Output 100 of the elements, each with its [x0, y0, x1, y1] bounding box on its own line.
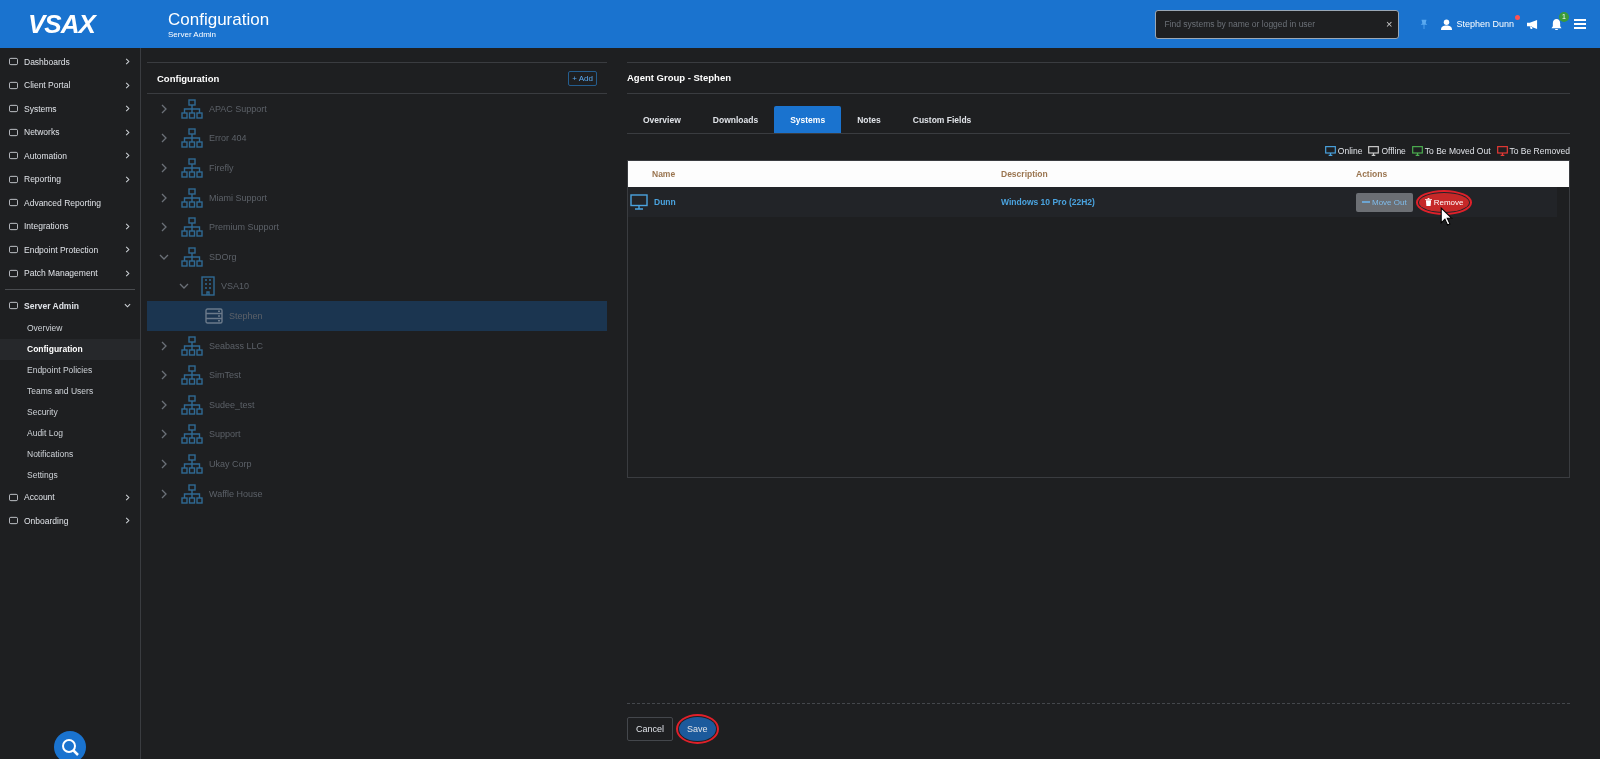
chevron-right-icon [124, 175, 131, 183]
tab[interactable]: Custom Fields [896, 106, 988, 133]
sidebar-item[interactable]: Networks [0, 120, 140, 144]
chevron-right-icon [124, 269, 131, 277]
chevron-right-icon [124, 517, 131, 525]
chevron-right-icon[interactable] [159, 370, 169, 381]
tab[interactable]: Downloads [696, 106, 775, 133]
sidebar-item[interactable]: Account [0, 485, 140, 509]
menu-item-icon [9, 127, 18, 137]
menu-item-icon [9, 245, 18, 255]
chevron-right-icon[interactable] [159, 399, 169, 410]
tab[interactable]: Notes [841, 106, 897, 133]
legend-label: To Be Removed [1509, 146, 1570, 156]
chevron-right-icon[interactable] [159, 163, 169, 173]
menu-icon[interactable] [1574, 19, 1586, 29]
menu-item-icon [9, 516, 18, 526]
sidebar-subitem[interactable]: Endpoint Policies [0, 359, 140, 381]
sidebar-subitem[interactable]: Settings [0, 464, 140, 486]
sidebar-subitem[interactable]: Overview [0, 317, 140, 339]
user-menu[interactable]: Stephen Dunn [1441, 18, 1514, 30]
tab[interactable]: Systems [774, 106, 842, 133]
chevron-right-icon [124, 152, 131, 160]
sidebar-item[interactable]: Endpoint Protection [0, 238, 140, 262]
legend-label: To Be Moved Out [1424, 146, 1491, 156]
column-header[interactable]: Actions [1356, 169, 1569, 179]
mouse-pointer-icon [1440, 206, 1453, 226]
user-icon [1441, 18, 1453, 30]
chevron-right-icon [124, 105, 131, 113]
sidebar-item[interactable]: Reporting [0, 167, 140, 191]
hierarchy-icon [181, 158, 203, 178]
hierarchy-icon [181, 246, 203, 267]
sidebar-item[interactable]: Automation [0, 144, 140, 168]
remove-button[interactable]: Remove [1418, 192, 1470, 212]
sidebar-subitem[interactable]: Audit Log [0, 422, 140, 444]
add-button[interactable]: + Add [568, 70, 597, 86]
server-icon [205, 307, 223, 324]
megaphone-icon[interactable] [1526, 18, 1539, 30]
sidebar-item[interactable]: Patch Management [0, 261, 140, 285]
chevron-right-icon [124, 81, 131, 89]
chevron-right-icon[interactable] [159, 458, 169, 469]
column-header[interactable]: Name [628, 169, 1001, 179]
monitor-icon [630, 194, 648, 210]
hierarchy-icon [181, 453, 203, 474]
sidebar-subitem[interactable]: Security [0, 401, 140, 423]
chevron-right-icon [124, 222, 131, 230]
logo[interactable]: VSAX [28, 8, 128, 40]
legend-label: Online [1337, 146, 1363, 156]
sidebar-item[interactable]: Dashboards [0, 50, 140, 74]
menu-item-icon [9, 221, 18, 231]
clear-button[interactable]: × [1386, 18, 1393, 30]
hierarchy-icon [181, 394, 203, 415]
panel-title: Agent Group - Stephen [627, 63, 1570, 94]
trash-icon [1424, 198, 1432, 206]
hierarchy-icon [181, 187, 203, 208]
hierarchy-icon [181, 424, 203, 445]
chevron-right-icon[interactable] [159, 222, 169, 233]
legend-label: Offline [1381, 146, 1406, 156]
sidebar-item[interactable]: Server Admin [0, 294, 140, 318]
chevron-right-icon[interactable] [159, 340, 169, 351]
minus-icon [1362, 198, 1370, 206]
sidebar-subitem[interactable]: Configuration [0, 338, 140, 360]
chevron-down-icon [124, 302, 131, 310]
cancel-button[interactable]: Cancel [627, 717, 673, 741]
system-link[interactable]: Dunn [654, 197, 676, 207]
sidebar-item[interactable]: Client Portal [0, 73, 140, 97]
hierarchy-icon [181, 128, 203, 149]
building-icon [201, 276, 215, 297]
menu-item-icon [9, 268, 18, 278]
menu-item-icon [9, 104, 18, 114]
column-header[interactable]: Description [1001, 169, 1356, 179]
chevron-right-icon[interactable] [159, 192, 169, 203]
menu-item-icon [9, 151, 18, 161]
chevron-right-icon [124, 246, 131, 254]
chevron-right-icon[interactable] [159, 103, 169, 114]
hierarchy-icon [181, 98, 203, 119]
chevron-right-icon[interactable] [159, 429, 169, 440]
chevron-right-icon [124, 493, 131, 501]
search-button[interactable] [54, 731, 86, 759]
sidebar-subitem[interactable]: Teams and Users [0, 380, 140, 402]
chevron-right-icon [124, 58, 131, 66]
search-field[interactable]: Find systems by name or logged in user × [1155, 9, 1400, 39]
sidebar-subitem[interactable]: Notifications [0, 443, 140, 465]
chevron-right-icon[interactable] [159, 133, 169, 144]
menu-item-icon [9, 301, 18, 311]
menu-item-icon [9, 198, 18, 208]
chevron-right-icon[interactable] [159, 488, 169, 499]
hierarchy-icon [181, 365, 203, 386]
description-link[interactable]: Windows 10 Pro (22H2) [1001, 197, 1095, 207]
sidebar-item[interactable]: Onboarding [0, 509, 140, 533]
tab[interactable]: Overview [627, 106, 697, 133]
hierarchy-icon [181, 483, 203, 504]
sidebar-item[interactable]: Integrations [0, 214, 140, 238]
sidebar-item[interactable]: Advanced Reporting [0, 191, 140, 215]
bell-icon[interactable] [1551, 18, 1562, 30]
sidebar-item[interactable]: Systems [0, 97, 140, 121]
chevron-right-icon [124, 128, 131, 136]
menu-item-icon [9, 174, 18, 184]
save-button[interactable]: Save [679, 717, 716, 741]
hierarchy-icon [181, 217, 203, 238]
menu-item-icon [9, 492, 18, 502]
